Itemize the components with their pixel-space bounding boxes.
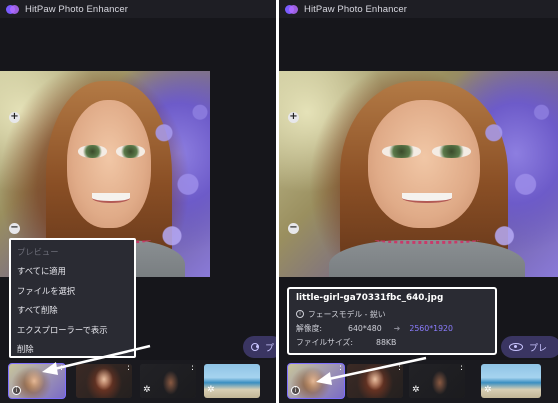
- gear-icon[interactable]: ✲: [207, 386, 215, 395]
- file-info-tooltip: little-girl-ga70331fbc_640.jpg i フェースモデル…: [287, 287, 497, 355]
- preview-button-label: プレ: [264, 343, 276, 354]
- filesize-value: 88KB: [376, 337, 397, 347]
- title-bar: HitPaw Photo Enhancer: [279, 0, 558, 18]
- context-menu: プレビュー すべてに適用 ファイルを選択 すべて削除 エクスプローラーで表示 削…: [9, 238, 136, 358]
- thumbnail-strip: i ⋮ ⋮ ✲ ⋮ ✲: [279, 360, 558, 403]
- thumbnail-strip: i ⋮ ⋮ ✲ ⋮ ✲: [0, 360, 276, 403]
- thumbnail-dark-portrait[interactable]: ✲ ⋮: [140, 364, 196, 398]
- menu-item-preview: プレビュー: [17, 247, 59, 257]
- thumbnail-red-hair-portrait[interactable]: ⋮: [347, 364, 403, 398]
- file-name: little-girl-ga70331fbc_640.jpg: [296, 293, 444, 303]
- zoom-out-button[interactable]: −: [288, 223, 299, 234]
- preview-button[interactable]: プレ: [501, 336, 558, 358]
- title-bar: HitPaw Photo Enhancer: [0, 0, 276, 18]
- arrow-right-icon: ➜: [393, 323, 401, 333]
- eye-icon: [251, 343, 259, 351]
- filesize-label: ファイルサイズ:: [296, 337, 353, 347]
- thumbnail-beach[interactable]: ✲: [481, 364, 541, 398]
- more-icon[interactable]: ⋮: [57, 364, 65, 377]
- thumbnail-beach[interactable]: ✲: [204, 364, 260, 398]
- more-icon[interactable]: ⋮: [457, 364, 465, 377]
- preview-button-label: プレ: [529, 343, 548, 354]
- more-icon[interactable]: ⋮: [395, 364, 403, 377]
- thumbnail-girl-flowers[interactable]: i ⋮: [8, 363, 66, 399]
- more-icon[interactable]: ⋮: [188, 364, 196, 377]
- model-info-icon: i: [296, 310, 304, 318]
- menu-item-apply-all[interactable]: すべてに適用: [11, 262, 134, 281]
- file-model: フェースモデル - 鋭い: [308, 309, 386, 319]
- preview-image: [279, 71, 558, 277]
- preview-button[interactable]: プレ: [243, 336, 276, 358]
- gear-icon[interactable]: ✲: [143, 386, 151, 395]
- gear-icon[interactable]: ✲: [484, 386, 492, 395]
- app-logo-icon: [6, 4, 19, 15]
- menu-item-delete-all[interactable]: すべて削除: [11, 301, 134, 320]
- file-resolution-row: 解像度: 640*480 ➜ 2560*1920: [296, 321, 488, 335]
- menu-item-select-file[interactable]: ファイルを選択: [11, 282, 134, 301]
- app-title: HitPaw Photo Enhancer: [25, 3, 128, 15]
- more-icon[interactable]: ⋮: [336, 364, 344, 377]
- eye-icon: [509, 343, 523, 351]
- info-icon[interactable]: i: [291, 386, 300, 395]
- more-icon[interactable]: ⋮: [124, 364, 132, 377]
- menu-item-show-in-explorer[interactable]: エクスプローラーで表示: [11, 321, 134, 340]
- app-title: HitPaw Photo Enhancer: [304, 3, 407, 15]
- gear-icon[interactable]: ✲: [412, 386, 420, 395]
- zoom-in-button[interactable]: +: [288, 112, 299, 123]
- thumbnail-red-hair-portrait[interactable]: ⋮: [76, 364, 132, 398]
- zoom-out-button[interactable]: −: [9, 223, 20, 234]
- thumbnail-dark-portrait[interactable]: ✲ ⋮: [409, 364, 465, 398]
- resolution-original: 640*480: [348, 323, 382, 333]
- info-icon[interactable]: i: [12, 386, 21, 395]
- thumbnail-girl-flowers[interactable]: i ⋮: [287, 363, 345, 399]
- zoom-in-button[interactable]: +: [9, 112, 20, 123]
- file-size-row: ファイルサイズ: 88KB: [296, 335, 488, 349]
- resolution-label: 解像度:: [296, 323, 323, 333]
- resolution-enhanced: 2560*1920: [409, 323, 453, 333]
- menu-item-delete[interactable]: 削除: [11, 340, 134, 359]
- left-pane: HitPaw Photo Enhancer + − プレ i ⋮ ⋮ ✲ ⋮ ✲: [0, 0, 276, 403]
- app-logo-icon: [285, 4, 298, 15]
- file-model-row: i フェースモデル - 鋭い: [296, 307, 488, 321]
